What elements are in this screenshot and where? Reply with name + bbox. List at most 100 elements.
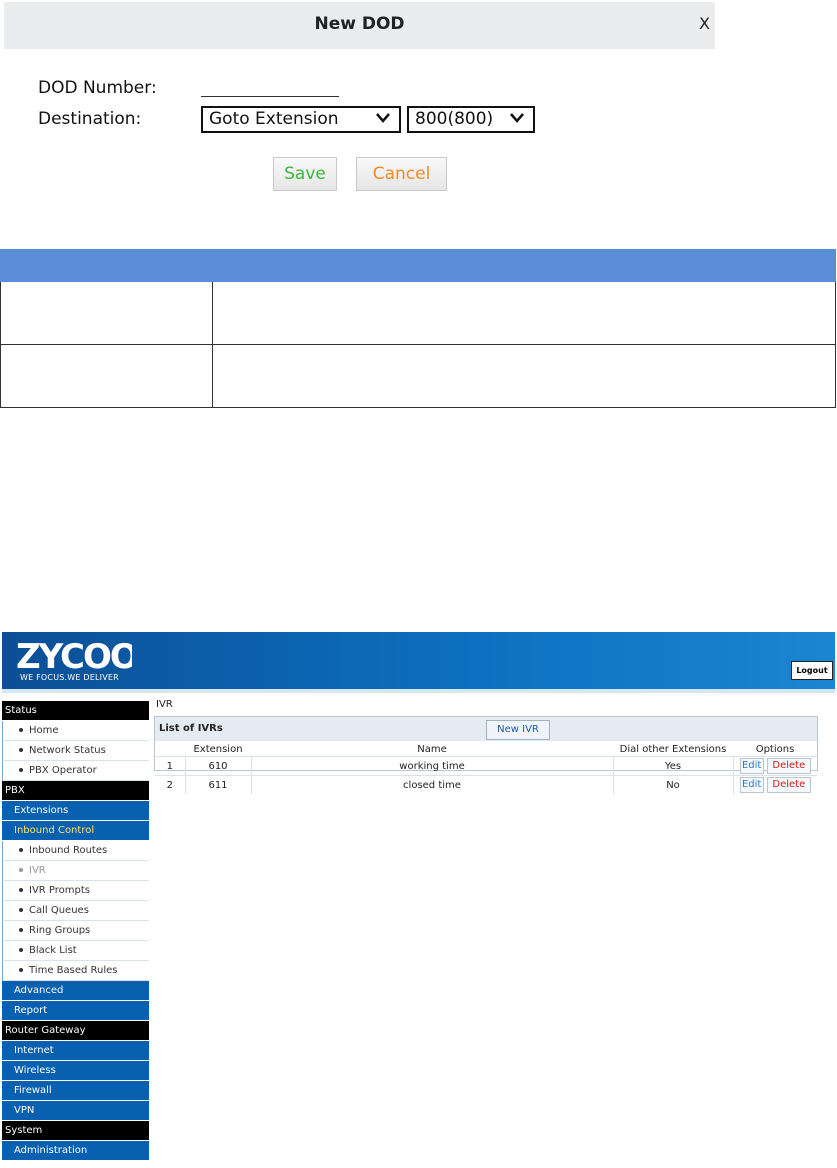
sidebar-item-pbx-operator[interactable]: PBX Operator bbox=[2, 761, 149, 781]
dialog-title: New DOD bbox=[314, 14, 405, 34]
sidebar-item-wireless[interactable]: Wireless bbox=[2, 1061, 149, 1080]
bullet-icon bbox=[19, 888, 23, 892]
table-header-cell bbox=[212, 249, 836, 282]
sidebar-item-label: Inbound Routes bbox=[29, 845, 108, 856]
chevron-down-icon bbox=[510, 113, 524, 123]
bullet-icon bbox=[19, 748, 23, 752]
destination-extension-value: 800(800) bbox=[415, 109, 494, 129]
zycoo-logo: ZYCOO bbox=[16, 638, 132, 672]
destination-type-value: Goto Extension bbox=[209, 109, 339, 129]
row-extension: 610 bbox=[184, 756, 251, 776]
table-cell bbox=[0, 281, 213, 345]
table-cell bbox=[212, 344, 836, 408]
nav-header-system[interactable]: System bbox=[2, 1121, 149, 1140]
sidebar-item-label: Home bbox=[29, 725, 59, 736]
sidebar-item-firewall[interactable]: Firewall bbox=[2, 1081, 149, 1100]
sidebar-item-call-queues[interactable]: Call Queues bbox=[2, 901, 149, 921]
sidebar-item-ring-groups[interactable]: Ring Groups bbox=[2, 921, 149, 941]
table-header-cell bbox=[0, 249, 213, 282]
row-number: 1 bbox=[155, 756, 185, 776]
sidebar-nav: Status Home Network Status PBX Operator … bbox=[2, 701, 149, 1161]
sidebar-item-label: Network Status bbox=[29, 745, 106, 756]
sidebar-item-ivr-prompts[interactable]: IVR Prompts bbox=[2, 881, 149, 901]
ivr-list-titlebar: List of IVRs New IVR bbox=[155, 717, 817, 741]
row-name: closed time bbox=[250, 775, 613, 794]
table-cell bbox=[0, 344, 213, 408]
dod-number-label: DOD Number: bbox=[38, 78, 157, 98]
cancel-button[interactable]: Cancel bbox=[356, 157, 447, 191]
nav-header-pbx[interactable]: PBX bbox=[2, 781, 149, 800]
sidebar-item-label: Time Based Rules bbox=[29, 965, 118, 976]
sidebar-item-time-based-rules[interactable]: Time Based Rules bbox=[2, 961, 149, 981]
bullet-icon bbox=[19, 968, 23, 972]
table-row bbox=[0, 281, 836, 345]
dod-dialog-header: New DOD X bbox=[4, 2, 715, 49]
chevron-down-icon bbox=[376, 113, 390, 123]
bullet-icon bbox=[19, 868, 23, 872]
sidebar-item-label: PBX Operator bbox=[29, 765, 97, 776]
nav-header-router-gateway[interactable]: Router Gateway bbox=[2, 1021, 149, 1040]
breadcrumb: IVR bbox=[156, 699, 173, 710]
bullet-icon bbox=[19, 908, 23, 912]
sidebar-item-vpn[interactable]: VPN bbox=[2, 1101, 149, 1120]
destination-label: Destination: bbox=[38, 109, 142, 129]
ivr-list-panel: List of IVRs New IVR Extension Name Dial… bbox=[154, 716, 818, 794]
bullet-icon bbox=[19, 948, 23, 952]
destination-type-select[interactable]: Goto Extension bbox=[201, 106, 401, 133]
table-header-row: Extension Name Dial other Extensions Opt… bbox=[155, 742, 817, 757]
brand-slogan: WE FOCUS.WE DELIVER bbox=[20, 673, 119, 682]
delete-button[interactable]: Delete bbox=[766, 758, 811, 774]
row-extension: 611 bbox=[184, 775, 251, 794]
zycoo-banner: ZYCOO WE FOCUS.WE DELIVER Logout bbox=[2, 632, 835, 689]
save-button[interactable]: Save bbox=[273, 157, 337, 191]
sidebar-item-label: IVR Prompts bbox=[29, 885, 91, 896]
column-header-number bbox=[155, 742, 185, 757]
sidebar-item-report[interactable]: Report bbox=[2, 1001, 149, 1020]
sidebar-item-label: Call Queues bbox=[29, 905, 89, 916]
nav-header-status[interactable]: Status bbox=[2, 701, 149, 720]
edit-button[interactable]: Edit bbox=[739, 758, 764, 774]
row-options: Edit Delete bbox=[732, 775, 817, 794]
table-cell bbox=[212, 281, 836, 345]
new-ivr-button[interactable]: New IVR bbox=[486, 720, 550, 740]
table-header-row bbox=[0, 249, 836, 282]
close-icon[interactable]: X bbox=[699, 14, 710, 33]
dod-number-input[interactable] bbox=[201, 96, 339, 97]
sidebar-item-network-status[interactable]: Network Status bbox=[2, 741, 149, 761]
bullet-icon bbox=[19, 848, 23, 852]
row-options: Edit Delete bbox=[732, 756, 817, 776]
sidebar-item-inbound-control[interactable]: Inbound Control bbox=[2, 821, 149, 840]
sidebar-item-ivr[interactable]: IVR bbox=[2, 861, 149, 881]
delete-button[interactable]: Delete bbox=[766, 777, 811, 793]
row-name: working time bbox=[250, 756, 613, 776]
column-header-name: Name bbox=[417, 743, 447, 755]
sidebar-item-label: IVR bbox=[29, 865, 46, 876]
logout-button[interactable]: Logout bbox=[791, 661, 833, 680]
edit-button[interactable]: Edit bbox=[739, 777, 764, 793]
destination-extension-select[interactable]: 800(800) bbox=[407, 106, 535, 133]
sidebar-item-label: Black List bbox=[29, 945, 77, 956]
column-header-dial-other: Dial other Extensions bbox=[619, 743, 727, 755]
sidebar-item-advanced[interactable]: Advanced bbox=[2, 981, 149, 1000]
row-dial-other: No bbox=[612, 775, 733, 794]
row-number: 2 bbox=[155, 775, 185, 794]
sidebar-item-administration[interactable]: Administration bbox=[2, 1141, 149, 1160]
table-row bbox=[0, 344, 836, 408]
sidebar-item-black-list[interactable]: Black List bbox=[2, 941, 149, 961]
row-dial-other: Yes bbox=[612, 756, 733, 776]
bullet-icon bbox=[19, 928, 23, 932]
sidebar-item-internet[interactable]: Internet bbox=[2, 1041, 149, 1060]
svg-text:ZYCOO: ZYCOO bbox=[16, 638, 132, 672]
table-row: 1 610 working time Yes Edit Delete bbox=[155, 756, 817, 776]
sidebar-item-home[interactable]: Home bbox=[2, 721, 149, 741]
sidebar-item-inbound-routes[interactable]: Inbound Routes bbox=[2, 841, 149, 861]
table-row: 2 611 closed time No Edit Delete bbox=[155, 775, 817, 794]
bullet-icon bbox=[19, 768, 23, 772]
blank-table bbox=[0, 249, 836, 408]
ivr-table: Extension Name Dial other Extensions Opt… bbox=[155, 742, 817, 794]
column-header-extension: Extension bbox=[193, 743, 243, 755]
column-header-options: Options bbox=[755, 743, 795, 755]
sidebar-item-extensions[interactable]: Extensions bbox=[2, 801, 149, 820]
bullet-icon bbox=[19, 728, 23, 732]
sidebar-item-label: Ring Groups bbox=[29, 925, 91, 936]
